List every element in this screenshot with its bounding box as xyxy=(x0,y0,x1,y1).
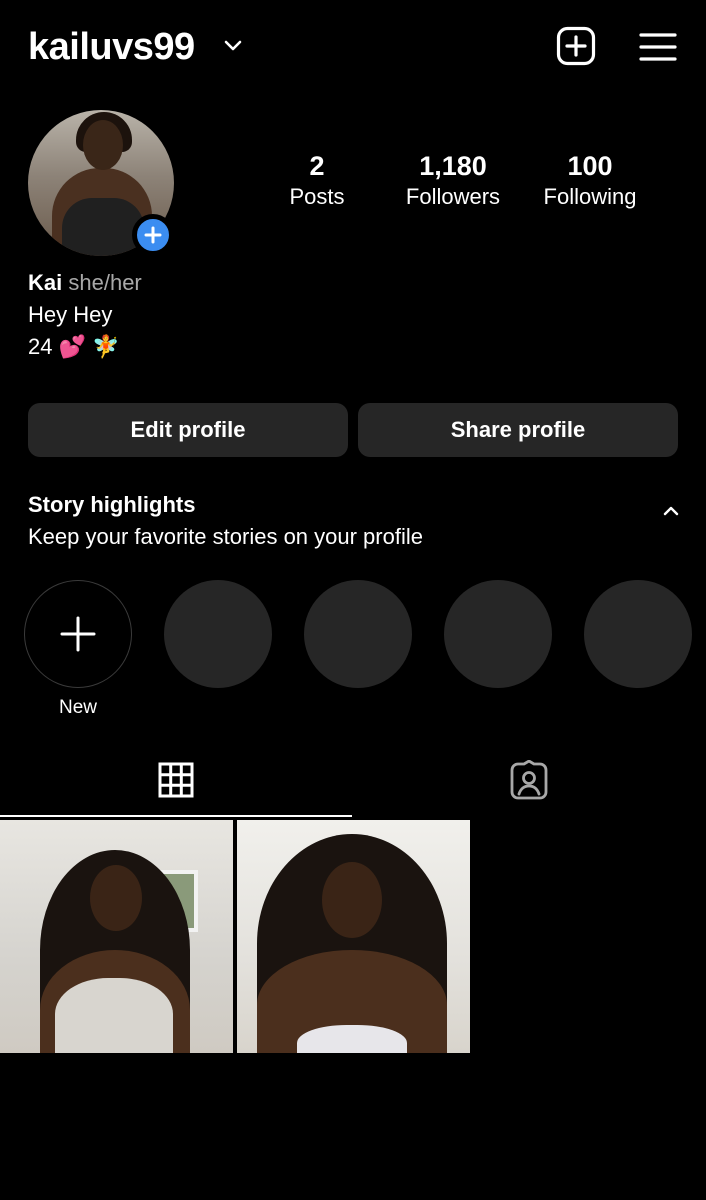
stat-posts[interactable]: 2 Posts xyxy=(272,150,362,212)
grid-icon[interactable] xyxy=(156,760,196,800)
chevron-up-icon[interactable] xyxy=(660,500,682,522)
highlight-placeholder xyxy=(304,580,412,688)
share-profile-button[interactable]: Share profile xyxy=(358,403,678,457)
profile-username[interactable]: kailuvs99 xyxy=(28,24,195,70)
new-highlight-button[interactable] xyxy=(24,580,132,688)
story-highlights-subtitle: Keep your favorite stories on your profi… xyxy=(28,524,423,549)
bio-text-line-2: 24 💕 🧚 xyxy=(28,334,120,359)
story-highlights-title: Story highlights xyxy=(28,492,196,517)
post-thumbnail[interactable] xyxy=(0,820,233,1053)
stat-following-label: Following xyxy=(543,184,637,209)
plus-square-icon[interactable] xyxy=(556,26,596,66)
profile-name-line: Kai she/her xyxy=(28,268,142,298)
new-highlight-label: New xyxy=(58,697,97,718)
profile-avatar-container[interactable] xyxy=(28,110,174,256)
chevron-down-icon[interactable] xyxy=(222,34,244,56)
stat-followers-label: Followers xyxy=(405,184,501,209)
active-tab-indicator xyxy=(0,815,352,817)
highlight-placeholder xyxy=(584,580,692,688)
stat-followers-value: 1,180 xyxy=(419,151,487,181)
plus-icon xyxy=(144,226,162,244)
stat-posts-value: 2 xyxy=(309,151,325,181)
stat-following-value: 100 xyxy=(567,151,613,181)
edit-profile-button[interactable]: Edit profile xyxy=(28,403,348,457)
highlight-placeholder xyxy=(164,580,272,688)
highlight-placeholder xyxy=(444,580,552,688)
bio-text-line-1: Hey Hey xyxy=(28,302,113,327)
post-thumbnail[interactable] xyxy=(237,820,470,1053)
profile-display-name: Kai xyxy=(28,270,63,295)
profile-pronouns: she/her xyxy=(68,270,142,295)
stat-posts-label: Posts xyxy=(289,184,345,209)
add-story-badge[interactable] xyxy=(132,214,174,256)
hamburger-menu-icon[interactable] xyxy=(638,30,678,64)
tagged-person-icon[interactable] xyxy=(508,760,550,802)
stat-following[interactable]: 100 Following xyxy=(530,150,650,212)
plus-icon xyxy=(60,616,96,652)
stat-followers[interactable]: 1,180 Followers xyxy=(393,150,513,212)
